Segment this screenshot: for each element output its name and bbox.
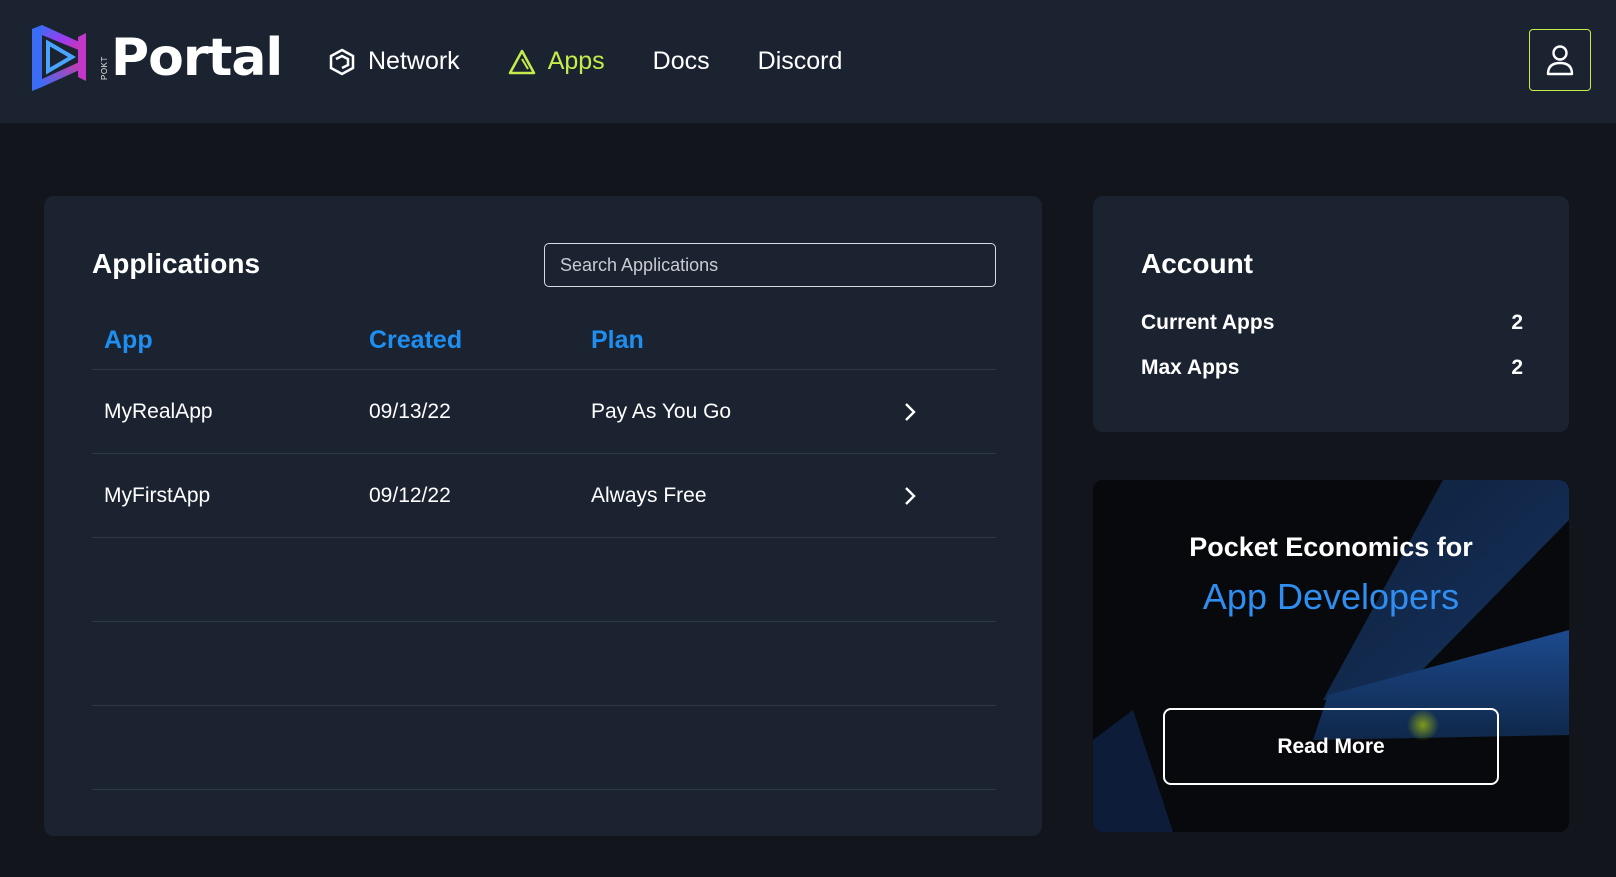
- table-header: App Created Plan: [92, 314, 996, 370]
- nav-discord-label: Discord: [757, 47, 843, 75]
- max-apps-row: Max Apps 2: [1141, 356, 1523, 380]
- table-row[interactable]: MyRealApp 09/13/22 Pay As You Go: [92, 370, 996, 454]
- network-icon: [329, 48, 355, 75]
- column-header-plan[interactable]: Plan: [591, 326, 644, 355]
- empty-table-row: [92, 538, 996, 622]
- chevron-right-icon[interactable]: [902, 402, 918, 422]
- max-apps-value: 2: [1511, 356, 1523, 379]
- nav-network[interactable]: Network: [328, 47, 460, 76]
- read-more-button[interactable]: Read More: [1163, 708, 1499, 785]
- max-apps-label: Max Apps: [1141, 356, 1240, 379]
- user-account-button[interactable]: [1529, 29, 1591, 91]
- column-header-created[interactable]: Created: [369, 326, 462, 355]
- applications-title: Applications: [92, 248, 261, 279]
- app-created-date: 09/13/22: [369, 400, 451, 423]
- current-apps-label: Current Apps: [1141, 311, 1275, 334]
- search-applications-input[interactable]: [544, 243, 996, 287]
- empty-table-row: [92, 622, 996, 706]
- pokt-logo-icon: [32, 25, 86, 91]
- nav-docs-label: Docs: [652, 47, 710, 75]
- account-title: Account: [1141, 248, 1253, 279]
- nav-apps-label: Apps: [547, 47, 605, 75]
- apps-icon: [508, 49, 535, 74]
- nav-docs[interactable]: Docs: [653, 47, 710, 76]
- app-plan: Pay As You Go: [591, 400, 732, 423]
- brand-logo[interactable]: POKT Portal: [28, 22, 283, 94]
- chevron-right-icon[interactable]: [902, 486, 918, 506]
- account-panel: Account Current Apps 2 Max Apps 2: [1093, 196, 1569, 432]
- applications-panel: Applications App Created Plan MyRealApp …: [44, 196, 1042, 836]
- brand-name: Portal: [111, 28, 283, 88]
- nav-network-label: Network: [368, 47, 460, 75]
- nav-apps[interactable]: Apps: [508, 47, 605, 76]
- user-icon: [1546, 45, 1574, 76]
- app-created-date: 09/12/22: [369, 484, 451, 507]
- empty-table-row: [92, 706, 996, 790]
- promo-heading: Pocket Economics for: [1189, 532, 1473, 562]
- main-nav: Network Apps Docs Discord: [328, 0, 890, 123]
- app-plan: Always Free: [591, 484, 707, 507]
- nav-discord[interactable]: Discord: [758, 47, 843, 76]
- applications-table: App Created Plan MyRealApp 09/13/22 Pay …: [92, 314, 996, 790]
- pocket-economics-promo: Pocket Economics for App Developers Read…: [1093, 480, 1569, 832]
- promo-subheading: App Developers: [1202, 576, 1460, 617]
- top-navigation-bar: POKT Portal Network Apps Docs Discord: [0, 0, 1616, 123]
- current-apps-row: Current Apps 2: [1141, 311, 1523, 335]
- current-apps-value: 2: [1511, 311, 1523, 334]
- pokt-label: POKT: [100, 56, 109, 80]
- table-row[interactable]: MyFirstApp 09/12/22 Always Free: [92, 454, 996, 538]
- app-name: MyRealApp: [104, 400, 213, 423]
- column-header-app[interactable]: App: [104, 326, 153, 355]
- app-name: MyFirstApp: [104, 484, 211, 507]
